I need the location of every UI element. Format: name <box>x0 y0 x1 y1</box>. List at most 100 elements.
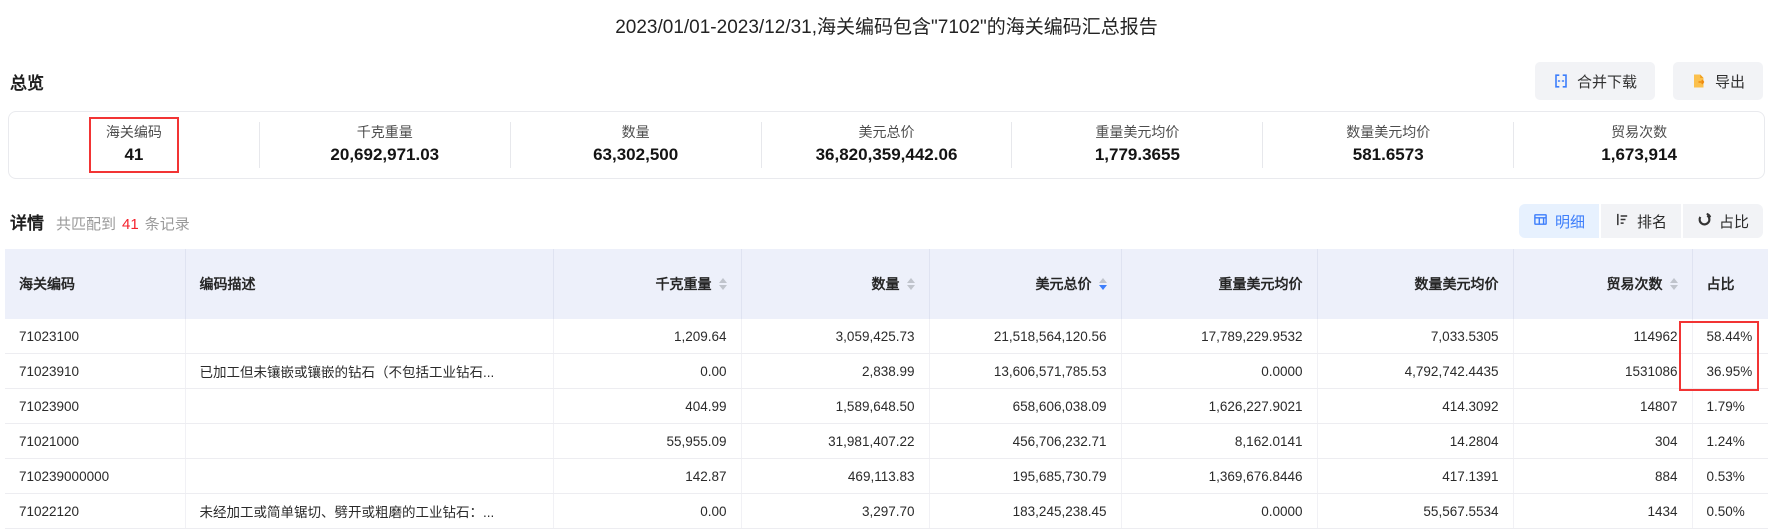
detail-section-title: 详情 <box>10 213 44 233</box>
sort-desc-icon <box>1669 285 1678 291</box>
column-label: 编码描述 <box>199 276 256 292</box>
description-cell <box>185 319 554 354</box>
usd-per-quantity-cell: 55,567.5534 <box>1317 493 1514 529</box>
usd-per-weight-cell: 0.0000 <box>1121 353 1318 389</box>
merge-cells-icon <box>1553 73 1569 89</box>
sort-asc-icon <box>1098 277 1107 283</box>
data-table: 海关编码 编码描述 千克重量 数量 美元总价 重量美元均价 数量美元均价 贸易次… <box>5 249 1768 529</box>
stat-label: 海关编码 <box>105 124 162 140</box>
usd-per-quantity-cell: 4,792,742.4435 <box>1317 353 1514 389</box>
quantity-cell: 469,113.83 <box>741 458 930 494</box>
description-cell: 未经加工或简单锯切、劈开或粗磨的工业钻石：... <box>185 493 554 529</box>
match-count: 41 <box>122 215 139 233</box>
column-label: 美元总价 <box>1035 276 1092 292</box>
stat-value: 63,302,500 <box>593 145 679 164</box>
usd-per-weight-cell: 0.0000 <box>1121 493 1318 529</box>
stat-label: 千克重量 <box>356 124 413 140</box>
stat-hs-code: 海关编码 41 <box>9 117 259 173</box>
table-body: 71023100 1,209.64 3,059,425.73 21,518,56… <box>5 319 1768 529</box>
sort-icons <box>718 277 727 291</box>
usd-per-quantity-cell: 14.2804 <box>1317 423 1514 459</box>
column-label: 重量美元均价 <box>1218 276 1303 292</box>
view-mode-switcher: 明细 排名 占比 <box>1518 204 1763 238</box>
usd-total-cell: 195,685,730.79 <box>929 458 1122 494</box>
stat-usd-per-weight: 重量美元均价 1,779.3655 <box>1012 117 1262 173</box>
table-row[interactable]: 71023910 已加工但未镶嵌或镶嵌的钻石（不包括工业钻石... 0.00 2… <box>5 353 1768 389</box>
kg-weight-cell: 0.00 <box>553 493 742 529</box>
stat-label: 数量美元均价 <box>1346 124 1431 140</box>
sort-asc-icon <box>906 277 915 283</box>
column-header-usd-per-quantity: 数量美元均价 <box>1317 249 1514 319</box>
export-button[interactable]: 导出 <box>1672 62 1763 100</box>
export-file-icon <box>1691 73 1707 89</box>
trade-count-cell: 304 <box>1513 423 1693 459</box>
usd-total-cell: 13,606,571,785.53 <box>929 353 1122 389</box>
sort-desc-icon <box>718 285 727 291</box>
stat-value: 1,779.3655 <box>1094 145 1180 164</box>
column-header-quantity[interactable]: 数量 <box>741 249 930 319</box>
ratio-cell: 1.24% <box>1692 423 1768 459</box>
table-icon <box>1533 212 1548 231</box>
column-header-description: 编码描述 <box>185 249 554 319</box>
sort-asc-icon <box>1669 277 1678 283</box>
trade-count-cell: 884 <box>1513 458 1693 494</box>
column-label: 千克重量 <box>655 276 712 292</box>
ratio-cell: 1.79% <box>1692 388 1768 424</box>
table-row[interactable]: 71023900 404.99 1,589,648.50 658,606,038… <box>5 388 1768 424</box>
sort-desc-icon <box>906 285 915 291</box>
table-row[interactable]: 71022120 未经加工或简单锯切、劈开或粗磨的工业钻石：... 0.00 3… <box>5 493 1768 529</box>
ratio-cell: 36.95% <box>1692 353 1768 389</box>
sort-icons <box>1098 277 1107 291</box>
match-prefix: 共匹配到 <box>56 215 117 233</box>
stat-label: 美元总价 <box>858 124 915 140</box>
ranking-icon <box>1615 212 1630 231</box>
column-header-trade-count[interactable]: 贸易次数 <box>1513 249 1693 319</box>
column-label: 数量美元均价 <box>1414 276 1499 292</box>
usd-per-weight-cell: 1,369,676.8446 <box>1121 458 1318 494</box>
kg-weight-cell: 0.00 <box>553 353 742 389</box>
stat-kg-weight: 千克重量 20,692,971.03 <box>260 117 510 173</box>
description-cell <box>185 458 554 494</box>
table-row[interactable]: 710239000000 142.87 469,113.83 195,685,7… <box>5 458 1768 494</box>
table-row[interactable]: 71023100 1,209.64 3,059,425.73 21,518,56… <box>5 319 1768 354</box>
tab-ratio-label: 占比 <box>1718 213 1749 231</box>
stat-trade-count: 贸易次数 1,673,914 <box>1514 117 1764 173</box>
trade-count-cell: 1434 <box>1513 493 1693 529</box>
description-cell: 已加工但未镶嵌或镶嵌的钻石（不包括工业钻石... <box>185 353 554 389</box>
overview-section-title: 总览 <box>10 73 44 93</box>
quantity-cell: 2,838.99 <box>741 353 930 389</box>
hs-code-cell: 71021000 <box>5 423 186 459</box>
match-count-text: 共匹配到 41 条记录 <box>56 213 190 234</box>
stat-value: 20,692,971.03 <box>330 145 440 164</box>
tab-ratio[interactable]: 占比 <box>1682 204 1763 238</box>
column-header-usd-total[interactable]: 美元总价 <box>929 249 1122 319</box>
merge-download-button[interactable]: 合并下载 <box>1534 62 1655 100</box>
overview-stats-card: 海关编码 41 千克重量 20,692,971.03 数量 63,302,500… <box>8 111 1765 179</box>
usd-total-cell: 456,706,232.71 <box>929 423 1122 459</box>
stat-value: 1,673,914 <box>1601 145 1677 164</box>
kg-weight-cell: 55,955.09 <box>553 423 742 459</box>
usd-per-weight-cell: 8,162.0141 <box>1121 423 1318 459</box>
report-title: 2023/01/01-2023/12/31,海关编码包含"7102"的海关编码汇… <box>615 17 1158 38</box>
column-header-kg-weight[interactable]: 千克重量 <box>553 249 742 319</box>
detail-header: 详情 共匹配到 41 条记录 明细 排名 占比 <box>0 203 1773 239</box>
tab-ranking-label: 排名 <box>1636 213 1667 231</box>
usd-per-weight-cell: 1,626,227.9021 <box>1121 388 1318 424</box>
merge-download-label: 合并下载 <box>1576 73 1637 91</box>
tab-ranking[interactable]: 排名 <box>1600 204 1681 238</box>
overview-header: 总览 合并下载 导出 <box>0 61 1773 101</box>
usd-per-quantity-cell: 7,033.5305 <box>1317 319 1514 354</box>
sort-desc-icon-active <box>1098 285 1107 291</box>
stat-label: 数量 <box>621 124 650 140</box>
description-cell <box>185 388 554 424</box>
hs-code-cell: 71023900 <box>5 388 186 424</box>
tab-detail[interactable]: 明细 <box>1518 204 1599 238</box>
ratio-cell: 0.50% <box>1692 493 1768 529</box>
overview-actions: 合并下载 导出 <box>1534 62 1763 100</box>
column-header-hs-code: 海关编码 <box>5 249 186 319</box>
column-label: 占比 <box>1706 276 1735 292</box>
usd-per-quantity-cell: 417.1391 <box>1317 458 1514 494</box>
trade-count-cell: 1531086 <box>1513 353 1693 389</box>
table-row[interactable]: 71021000 55,955.09 31,981,407.22 456,706… <box>5 423 1768 459</box>
usd-per-weight-cell: 17,789,229.9532 <box>1121 319 1318 354</box>
